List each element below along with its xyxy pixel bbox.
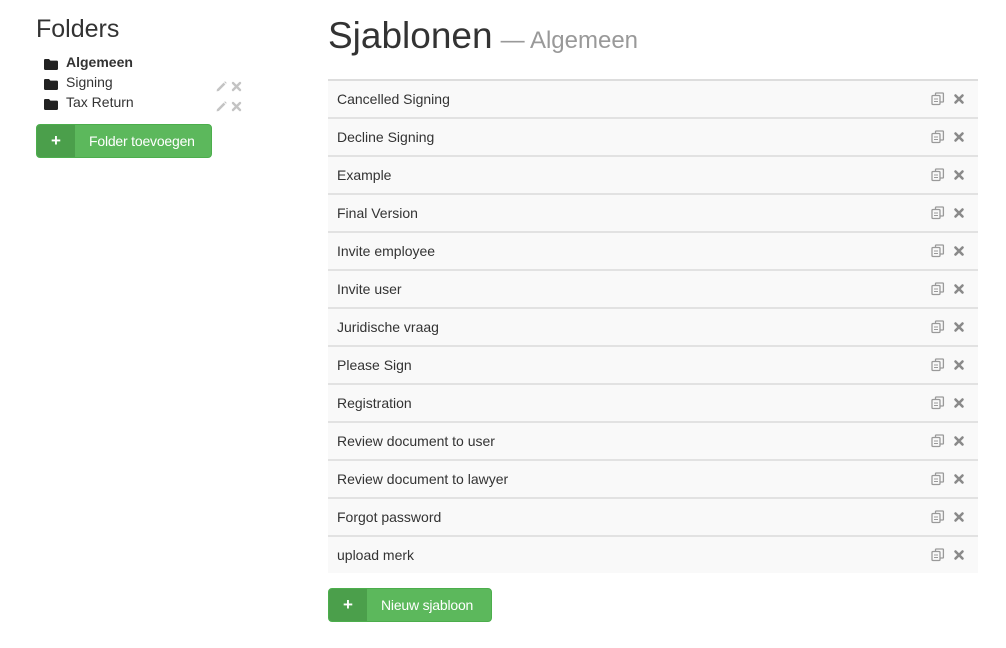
close-icon[interactable]: [952, 548, 966, 562]
table-row[interactable]: Cancelled Signing: [328, 81, 978, 119]
add-folder-label: Folder toevoegen: [89, 133, 195, 149]
row-actions: [931, 195, 966, 231]
template-name: Registration: [337, 395, 412, 411]
template-name: Final Version: [337, 205, 418, 221]
template-name: Cancelled Signing: [337, 91, 450, 107]
template-name: Decline Signing: [337, 129, 435, 145]
row-actions: [931, 271, 966, 307]
folder-item-tax-return[interactable]: Tax Return: [44, 92, 246, 112]
template-name: Please Sign: [337, 357, 412, 373]
copy-icon[interactable]: [931, 282, 945, 296]
pencil-icon[interactable]: [216, 97, 227, 111]
folder-label: Tax Return: [66, 94, 134, 110]
folder-icon: [44, 75, 58, 90]
template-name: Review document to user: [337, 433, 495, 449]
table-row[interactable]: Review document to user: [328, 423, 978, 461]
row-actions: [931, 347, 966, 383]
folder-icon: [44, 55, 58, 70]
table-row[interactable]: Decline Signing: [328, 119, 978, 157]
copy-icon[interactable]: [931, 130, 945, 144]
copy-icon[interactable]: [931, 358, 945, 372]
page-title-text: Sjablonen: [328, 15, 493, 56]
row-actions: [931, 157, 966, 193]
copy-icon[interactable]: [931, 320, 945, 334]
copy-icon[interactable]: [931, 206, 945, 220]
copy-icon[interactable]: [931, 168, 945, 182]
copy-icon[interactable]: [931, 548, 945, 562]
template-name: Forgot password: [337, 509, 442, 525]
templates-table: Cancelled Signing Decline Signing Example F…: [328, 79, 978, 573]
close-icon[interactable]: [952, 206, 966, 220]
close-icon[interactable]: [231, 97, 242, 111]
folder-icon: [44, 95, 58, 110]
template-name: Juridische vraag: [337, 319, 439, 335]
plus-icon: +: [329, 589, 367, 621]
close-icon[interactable]: [952, 168, 966, 182]
folders-sidebar: Folders Algemeen Signing Tax Return: [36, 14, 246, 112]
copy-icon[interactable]: [931, 244, 945, 258]
row-actions: [931, 385, 966, 421]
copy-icon[interactable]: [931, 396, 945, 410]
table-row[interactable]: Please Sign: [328, 347, 978, 385]
copy-icon[interactable]: [931, 92, 945, 106]
pencil-icon[interactable]: [216, 77, 227, 91]
table-row[interactable]: Invite employee: [328, 233, 978, 271]
add-template-button[interactable]: + Nieuw sjabloon: [328, 588, 492, 622]
close-icon[interactable]: [952, 510, 966, 524]
close-icon[interactable]: [231, 77, 242, 91]
plus-icon: +: [37, 125, 75, 157]
folder-item-signing[interactable]: Signing: [44, 72, 246, 92]
folder-label: Signing: [66, 74, 113, 90]
folder-actions: [216, 92, 242, 112]
copy-icon[interactable]: [931, 510, 945, 524]
template-name: Invite user: [337, 281, 402, 297]
row-actions: [931, 309, 966, 345]
folder-list: Algemeen Signing Tax Return: [36, 52, 246, 112]
row-actions: [931, 423, 966, 459]
folder-actions: [216, 72, 242, 92]
row-actions: [931, 119, 966, 155]
table-row[interactable]: upload merk: [328, 537, 978, 573]
table-row[interactable]: Registration: [328, 385, 978, 423]
sidebar-title: Folders: [36, 15, 120, 43]
row-actions: [931, 81, 966, 117]
copy-icon[interactable]: [931, 472, 945, 486]
page-title: Sjablonen — Algemeen: [328, 14, 978, 63]
template-name: Example: [337, 167, 392, 183]
template-name: upload merk: [337, 547, 415, 563]
close-icon[interactable]: [952, 282, 966, 296]
table-row[interactable]: Invite user: [328, 271, 978, 309]
close-icon[interactable]: [952, 244, 966, 258]
row-actions: [931, 499, 966, 535]
close-icon[interactable]: [952, 396, 966, 410]
close-icon[interactable]: [952, 130, 966, 144]
table-row[interactable]: Forgot password: [328, 499, 978, 537]
add-folder-button[interactable]: + Folder toevoegen: [36, 124, 212, 158]
table-row[interactable]: Final Version: [328, 195, 978, 233]
table-row[interactable]: Example: [328, 157, 978, 195]
close-icon[interactable]: [952, 358, 966, 372]
templates-panel: Sjablonen — Algemeen Cancelled Signing Dec…: [328, 14, 978, 573]
template-name: Invite employee: [337, 243, 436, 259]
page-subtitle: — Algemeen: [500, 27, 639, 54]
copy-icon[interactable]: [931, 434, 945, 448]
table-row[interactable]: Review document to lawyer: [328, 461, 978, 499]
folder-label: Algemeen: [66, 54, 133, 70]
row-actions: [931, 537, 966, 573]
close-icon[interactable]: [952, 472, 966, 486]
template-name: Review document to lawyer: [337, 471, 509, 487]
row-actions: [931, 233, 966, 269]
close-icon[interactable]: [952, 320, 966, 334]
close-icon[interactable]: [952, 92, 966, 106]
row-actions: [931, 461, 966, 497]
add-template-label: Nieuw sjabloon: [381, 597, 474, 613]
close-icon[interactable]: [952, 434, 966, 448]
folder-item-algemeen[interactable]: Algemeen: [44, 52, 246, 72]
table-row[interactable]: Juridische vraag: [328, 309, 978, 347]
